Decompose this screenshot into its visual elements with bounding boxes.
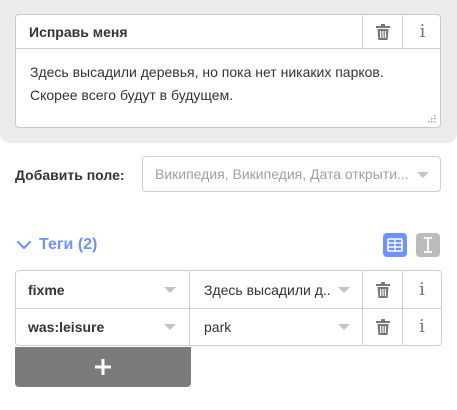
tags-section-toggle[interactable]: Теги (2) — [17, 236, 97, 254]
field-label: Исправь меня — [29, 24, 128, 40]
chevron-down-icon — [338, 287, 350, 293]
list-view-icon — [387, 238, 403, 252]
fixme-field: Исправь меня i Здесь высадили деревья, н… — [15, 14, 441, 128]
tag-row: was:leisure park i — [16, 308, 441, 345]
delete-tag-button[interactable] — [363, 308, 403, 345]
tag-row: fixme Здесь высадили д... i — [16, 271, 441, 309]
tags-title: Теги (2) — [39, 236, 98, 253]
trash-icon — [375, 318, 390, 335]
add-field-placeholder: Википедия, Википедия, Дата открыти... — [155, 166, 409, 182]
field-text-line1: Здесь высадили деревья, но пока нет ника… — [30, 64, 384, 80]
chevron-down-icon — [164, 287, 176, 293]
tag-value-input[interactable]: Здесь высадили д... — [190, 271, 363, 308]
resize-grip-icon[interactable] — [427, 114, 436, 123]
info-icon: i — [419, 278, 425, 300]
field-header: Исправь меня i — [16, 15, 440, 49]
fixme-field-panel: Исправь меня i Здесь высадили деревья, н… — [0, 0, 457, 143]
delete-tag-button[interactable] — [363, 271, 403, 308]
field-info-button[interactable]: i — [402, 15, 442, 48]
chevron-down-icon — [338, 324, 350, 330]
tag-info-button[interactable]: i — [403, 271, 441, 308]
chevron-down-icon — [417, 172, 429, 178]
trash-icon — [375, 281, 390, 298]
plus-icon — [95, 359, 111, 375]
chevron-down-icon — [164, 324, 176, 330]
text-view-button[interactable] — [416, 233, 440, 257]
chevron-down-icon — [17, 240, 31, 250]
info-icon: i — [419, 315, 425, 337]
list-view-button[interactable] — [383, 233, 407, 257]
tag-info-button[interactable]: i — [403, 308, 441, 345]
add-field-combo[interactable]: Википедия, Википедия, Дата открыти... — [142, 156, 441, 192]
tag-value: Здесь высадили д... — [204, 282, 332, 298]
fixme-textarea[interactable]: Здесь высадили деревья, но пока нет ника… — [30, 61, 425, 107]
info-icon: i — [419, 20, 426, 42]
text-view-icon — [424, 237, 432, 253]
tag-key: was:leisure — [28, 319, 105, 335]
tag-table: fixme Здесь высадили д... i was:leisure — [15, 270, 442, 346]
add-field-label: Добавить поле: — [15, 167, 125, 183]
remove-field-button[interactable] — [362, 15, 402, 48]
add-tag-button[interactable] — [15, 347, 191, 387]
field-text-line2: Скорее всего будут в будущем. — [30, 87, 234, 103]
tag-key: fixme — [28, 282, 65, 298]
tag-value-input[interactable]: park — [190, 308, 363, 345]
tag-key-input[interactable]: fixme — [16, 271, 190, 308]
trash-icon — [375, 23, 390, 40]
tag-key-input[interactable]: was:leisure — [16, 308, 190, 345]
tag-value: park — [204, 319, 232, 335]
